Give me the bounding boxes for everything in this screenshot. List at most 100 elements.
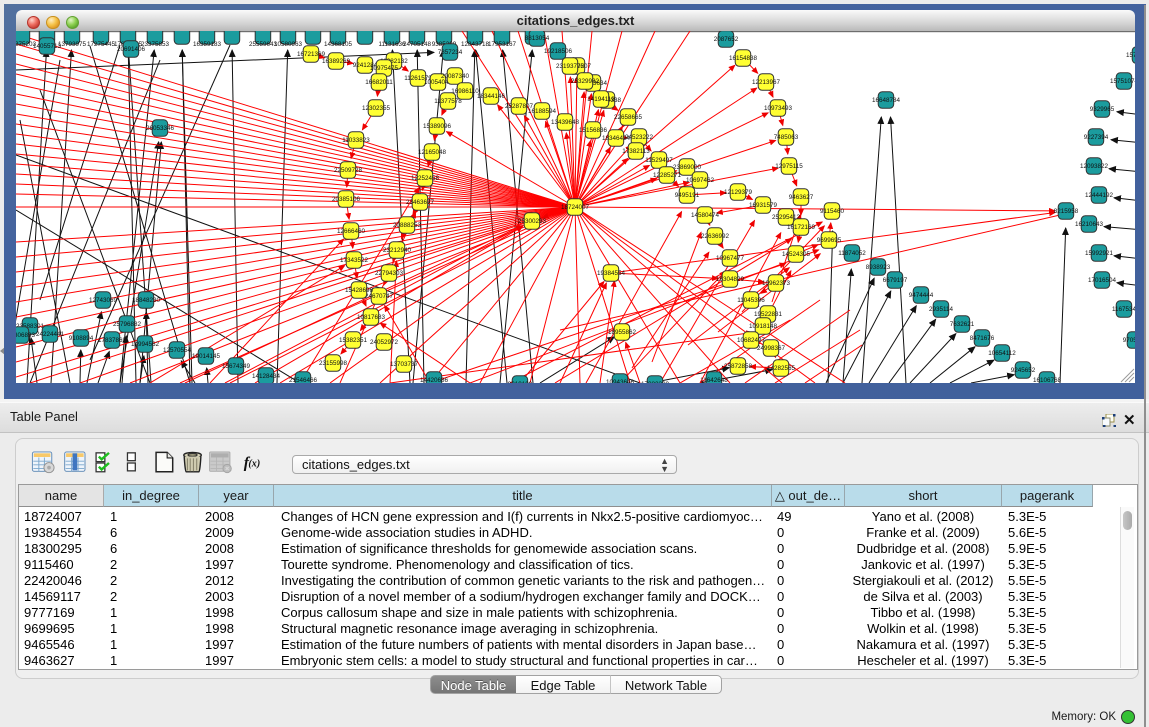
svg-text:15749509: 15749509 — [1126, 52, 1135, 59]
svg-text:25796882: 25796882 — [113, 321, 142, 328]
svg-text:18344146: 18344146 — [477, 93, 506, 100]
svg-text:15428696: 15428696 — [345, 287, 374, 294]
svg-text:12743069: 12743069 — [89, 297, 118, 304]
svg-text:9019189: 9019189 — [508, 381, 533, 383]
svg-text:16154838: 16154838 — [729, 55, 758, 62]
svg-text:16359183: 16359183 — [193, 41, 222, 48]
svg-text:14128434: 14128434 — [252, 373, 281, 380]
svg-text:12843718: 12843718 — [461, 41, 490, 48]
svg-text:20691406: 20691406 — [117, 46, 146, 53]
svg-text:12302355: 12302355 — [362, 105, 391, 112]
svg-text:25300293: 25300293 — [518, 218, 547, 225]
svg-text:16648784: 16648784 — [872, 97, 901, 104]
svg-text:17343522: 17343522 — [340, 257, 369, 264]
svg-text:7632621: 7632621 — [950, 321, 975, 328]
svg-text:20087340: 20087340 — [441, 73, 470, 80]
svg-text:22794303: 22794303 — [375, 270, 404, 277]
svg-text:10697462: 10697462 — [686, 177, 715, 184]
svg-text:24523222: 24523222 — [625, 134, 654, 141]
svg-text:10962373: 10962373 — [762, 280, 791, 287]
svg-text:17953167: 17953167 — [488, 41, 517, 48]
svg-text:20888253: 20888253 — [393, 222, 422, 229]
svg-text:14994562: 14994562 — [131, 341, 160, 348]
svg-text:16389269: 16389269 — [322, 58, 351, 65]
svg-text:16682011: 16682011 — [365, 79, 393, 86]
svg-text:11033823: 11033823 — [342, 137, 370, 144]
svg-text:14194119: 14194119 — [587, 96, 615, 103]
svg-text:12129379: 12129379 — [724, 189, 753, 196]
svg-text:12093822: 12093822 — [1080, 163, 1109, 170]
svg-text:15382351: 15382351 — [339, 337, 368, 344]
svg-text:24670747: 24670747 — [365, 293, 394, 300]
svg-text:21546466: 21546466 — [289, 377, 318, 383]
svg-text:25329982: 25329982 — [571, 78, 600, 85]
svg-text:(x): (x) — [248, 459, 260, 470]
svg-text:23212940: 23212940 — [383, 247, 412, 254]
svg-text:14368105: 14368105 — [324, 41, 353, 48]
svg-text:11377578: 11377578 — [434, 98, 462, 105]
svg-text:13793975: 13793975 — [58, 41, 87, 48]
svg-text:18724007: 18724007 — [561, 204, 590, 211]
svg-text:17837869: 17837869 — [98, 337, 127, 344]
svg-text:24224441: 24224441 — [36, 331, 65, 338]
svg-text:24705148: 24705148 — [403, 41, 432, 48]
svg-text:6679197: 6679197 — [883, 277, 908, 284]
svg-text:7485063: 7485063 — [774, 134, 799, 141]
svg-text:16210643: 16210643 — [1075, 221, 1104, 228]
svg-text:23155998: 23155998 — [319, 360, 348, 367]
svg-text:9474444: 9474444 — [909, 292, 934, 299]
svg-text:9495191: 9495191 — [675, 192, 700, 199]
svg-text:7857234: 7857234 — [438, 49, 463, 56]
svg-text:15674349: 15674349 — [222, 363, 251, 370]
svg-text:15156836: 15156836 — [579, 127, 608, 134]
svg-text:13703737: 13703737 — [390, 361, 419, 368]
svg-text:16986110: 16986110 — [451, 88, 479, 95]
svg-text:13439648: 13439648 — [551, 119, 580, 126]
svg-text:8471676: 8471676 — [970, 335, 995, 342]
svg-text:15751074: 15751074 — [1110, 78, 1135, 85]
svg-text:16931579: 16931579 — [749, 202, 778, 209]
svg-text:14306893: 14306893 — [16, 332, 35, 339]
svg-text:14524305: 14524305 — [782, 251, 811, 258]
svg-text:9115460: 9115460 — [820, 208, 845, 215]
svg-text:11874052: 11874052 — [838, 250, 866, 257]
svg-text:10918148: 10918148 — [749, 323, 778, 330]
svg-text:19218506: 19218506 — [544, 48, 573, 55]
svg-text:10943646: 10943646 — [606, 379, 635, 383]
svg-text:23869000: 23869000 — [673, 164, 702, 171]
svg-text:17382113: 17382113 — [622, 148, 650, 155]
svg-text:11045396: 11045396 — [737, 297, 765, 304]
svg-text:10654112: 10654112 — [988, 350, 1016, 357]
svg-text:9245652: 9245652 — [1011, 367, 1036, 374]
svg-text:10682497: 10682497 — [737, 337, 766, 344]
svg-text:11642648: 11642648 — [700, 377, 728, 383]
svg-text:12975115: 12975115 — [775, 163, 803, 170]
svg-text:14282565: 14282565 — [767, 365, 796, 372]
svg-text:22636992: 22636992 — [701, 233, 730, 240]
svg-text:19384554: 19384554 — [597, 270, 626, 277]
svg-text:19014145: 19014145 — [192, 353, 221, 360]
svg-text:17275445: 17275445 — [87, 41, 116, 48]
svg-text:9463627: 9463627 — [789, 194, 814, 201]
svg-text:18848230: 18848230 — [132, 297, 161, 304]
svg-text:14420686: 14420686 — [420, 377, 449, 383]
svg-text:14580474: 14580474 — [691, 212, 720, 219]
svg-text:25872858: 25872858 — [724, 363, 753, 370]
svg-text:16172169: 16172169 — [787, 224, 816, 231]
svg-text:22658665: 22658665 — [614, 114, 643, 121]
svg-text:14055713: 14055713 — [33, 43, 62, 50]
svg-text:17082309: 17082309 — [641, 381, 670, 383]
svg-text:8215958: 8215958 — [1054, 208, 1079, 215]
svg-text:23193775: 23193775 — [556, 63, 585, 70]
svg-text:17016504: 17016504 — [1088, 277, 1117, 284]
svg-text:10975475: 10975475 — [370, 65, 399, 72]
svg-text:12570554: 12570554 — [163, 347, 192, 354]
svg-text:15389096: 15389096 — [423, 123, 452, 130]
svg-text:12165048: 12165048 — [418, 149, 447, 156]
svg-text:23463677: 23463677 — [406, 199, 435, 206]
svg-text:11529497: 11529497 — [645, 157, 673, 164]
svg-text:16304829: 16304829 — [716, 276, 745, 283]
svg-text:20385106: 20385106 — [332, 196, 361, 203]
svg-text:23375853: 23375853 — [141, 41, 170, 48]
svg-text:15992921: 15992921 — [1085, 250, 1114, 257]
